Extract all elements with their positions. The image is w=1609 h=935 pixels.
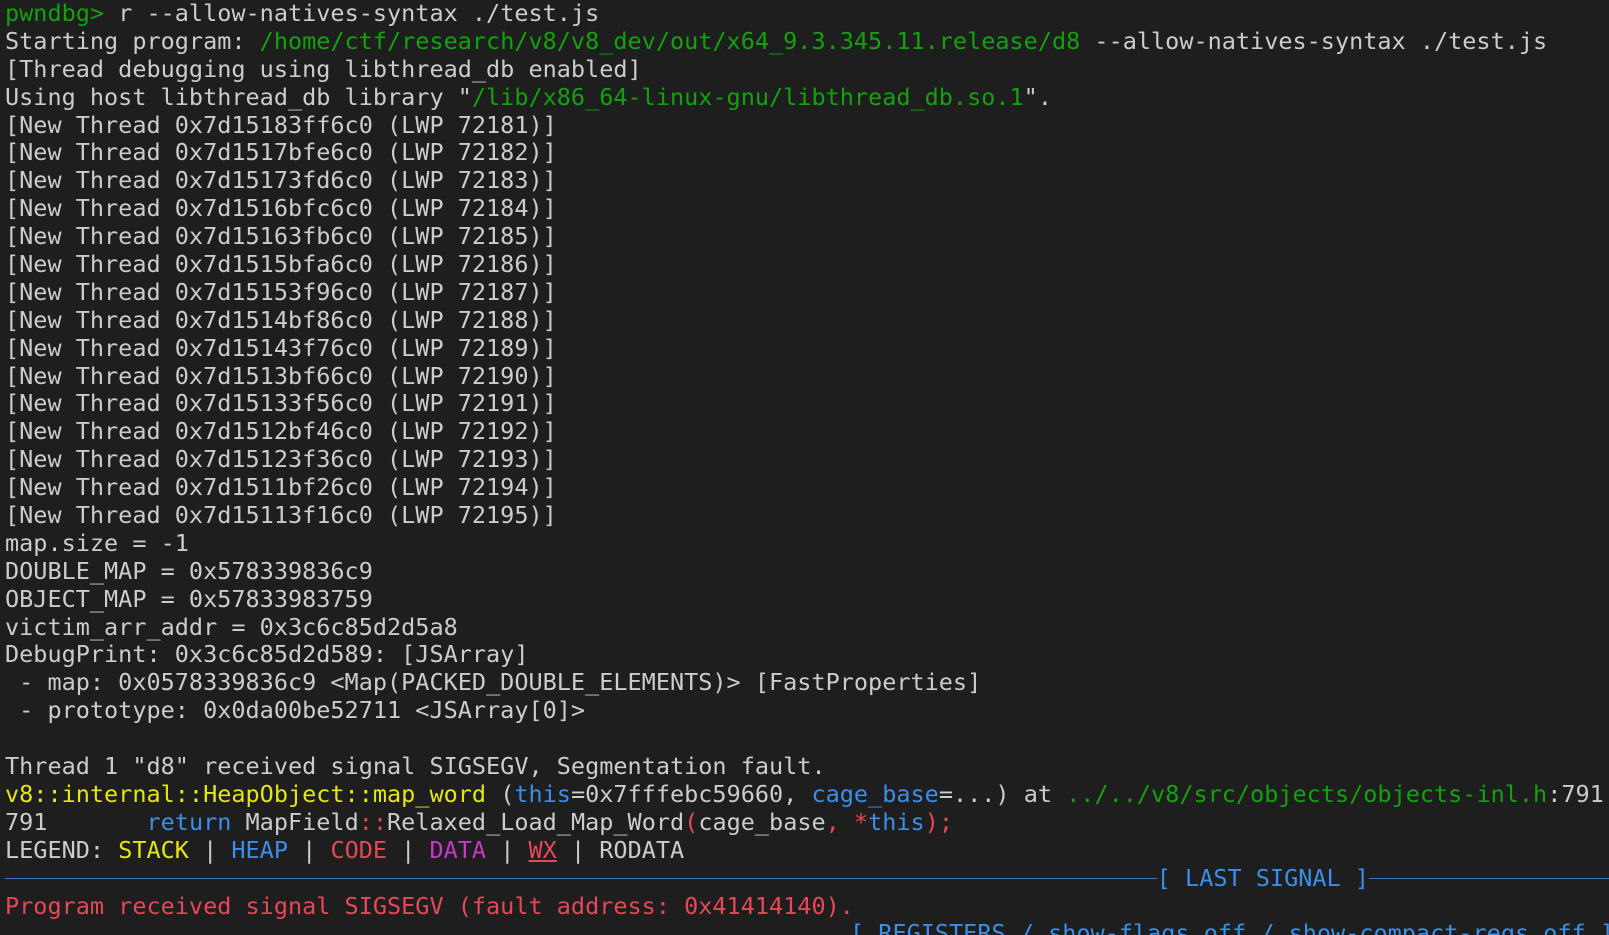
starting-label: Starting program: [5,27,260,55]
command-text: r --allow-natives-syntax ./test.js [104,0,600,27]
signal-line: Thread 1 "d8" received signal SIGSEGV, S… [5,753,826,781]
libthread-line: Using host libthread_db library "/lib/x8… [5,84,1609,112]
thread-line: [New Thread 0x7d1514bf86c0 (LWP 72188)] [5,306,557,334]
source-comma: , [825,808,854,836]
thread-line: [New Thread 0x7d15143f76c0 (LWP 72189)] [5,334,557,362]
frame-cage-value: =...) at [938,780,1067,808]
thread-line: [New Thread 0x7d15123f36c0 (LWP 72193)] [5,446,557,474]
thread-line: [New Thread 0x7d15173fd6c0 (LWP 72183)] [5,167,557,195]
libthread-path: /lib/x86_64-linux-gnu/libthread_db.so.1 [471,83,1024,111]
thread-line: [New Thread 0x7d1516bfc6c0 (LWP 72184)] [5,195,557,223]
source-star: * [853,808,869,836]
frame-line: v8::internal::HeapObject::map_word (this… [5,781,1609,809]
output-line: victim_arr_addr = 0x3c6c85d2d5a8 [5,613,458,641]
thread-line: [New Thread 0x7d15133f56c0 (LWP 72191)] [5,390,557,418]
output-line: DOUBLE_MAP = 0x578339836c9 [5,557,373,585]
thread-line: [New Thread 0x7d1513bf66c0 (LWP 72190)] [5,362,557,390]
frame-cage-keyword: cage_base [811,780,939,808]
output-line: DebugPrint: 0x3c6c85d2d589: [JSArray] [5,641,529,669]
legend-pipe: | [188,836,232,864]
last-signal-separator: [ LAST SIGNAL ] [5,863,1609,893]
frame-file: ../../v8/src/objects/objects-inl.h [1066,780,1548,808]
source-end: ); [924,808,953,836]
legend-line: LEGEND: STACK | HEAP | CODE | DATA | WX … [5,837,1609,865]
frame-open: ( [486,780,515,808]
source-indent [47,809,146,836]
libthread-suffix: ". [1023,83,1052,111]
source-call: MapField [231,808,359,836]
separator-rule-left [5,878,1157,880]
output-line: - prototype: 0x0da00be52711 <JSArray[0]> [5,697,586,725]
source-method: Relaxed_Load_Map_Word [387,808,685,836]
legend-label: LEGEND: [5,836,119,864]
source-scope: :: [358,808,388,836]
thread-line: [New Thread 0x7d1517bfe6c0 (LWP 72182)] [5,139,557,167]
legend-heap: HEAP [231,836,288,864]
legend-data: DATA [429,836,487,864]
thread-line: [New Thread 0x7d15153f96c0 (LWP 72187)] [5,278,557,306]
program-signal-line: Program received signal SIGSEGV (fault a… [5,892,854,920]
frame-line-ref: :791 [1547,780,1604,808]
legend-wx: WX [528,836,557,864]
legend-code: CODE [330,836,388,864]
legend-pipe: | [387,836,430,864]
thread-line: [New Thread 0x7d1512bf46c0 (LWP 72192)] [5,418,557,446]
terminal-window[interactable]: pwndbg> r --allow-natives-syntax ./test.… [0,0,1609,935]
frame-function: v8::internal::HeapObject::map_word [5,780,487,808]
prompt: pwndbg> [5,0,105,27]
starting-program-line: Starting program: /home/ctf/research/v8/… [5,28,1609,56]
thread-line: [New Thread 0x7d1511bf26c0 (LWP 72194)] [5,474,557,502]
thread-line: [New Thread 0x7d15183ff6c0 (LWP 72181)] [5,111,557,139]
output-line: - map: 0x0578339836c9 <Map(PACKED_DOUBLE… [5,669,982,697]
registers-separator: [ REGISTERS / show-flags off / show-comp… [850,920,1609,935]
thread-line: [New Thread 0x7d15113f16c0 (LWP 72195)] [5,502,557,530]
source-lineno: 791 [5,808,48,836]
legend-pipe: | [556,836,600,864]
output-line: map.size = -1 [5,529,189,557]
libthread-prefix: Using host libthread_db library " [5,83,472,111]
legend-pipe: | [287,836,331,864]
separator-rule-right [1369,878,1609,880]
last-signal-title: [ LAST SIGNAL ] [1156,863,1369,892]
thread-line: [New Thread 0x7d1515bfa6c0 (LWP 72186)] [5,251,557,279]
legend-stack: STACK [118,836,189,864]
source-line: 791 return MapField::Relaxed_Load_Map_Wo… [5,809,1609,837]
legend-pipe: | [486,836,529,864]
source-return-keyword: return [146,808,232,836]
source-paren-open: ( [684,808,699,836]
frame-this-value: =0x7fffebc59660, [570,780,812,808]
source-arg1: cage_base [698,808,826,836]
legend-rodata: RODATA [599,836,685,864]
source-arg2: this [868,808,925,836]
program-args: --allow-natives-syntax ./test.js [1080,27,1548,55]
thread-debugging-line: [Thread debugging using libthread_db ena… [5,55,642,83]
output-line: OBJECT_MAP = 0x57833983759 [5,585,373,613]
program-path: /home/ctf/research/v8/v8_dev/out/x64_9.3… [259,27,1081,55]
thread-line: [New Thread 0x7d15163fb6c0 (LWP 72185)] [5,223,557,251]
frame-this-keyword: this [514,780,571,808]
command-line: pwndbg> r --allow-natives-syntax ./test.… [5,0,1609,28]
